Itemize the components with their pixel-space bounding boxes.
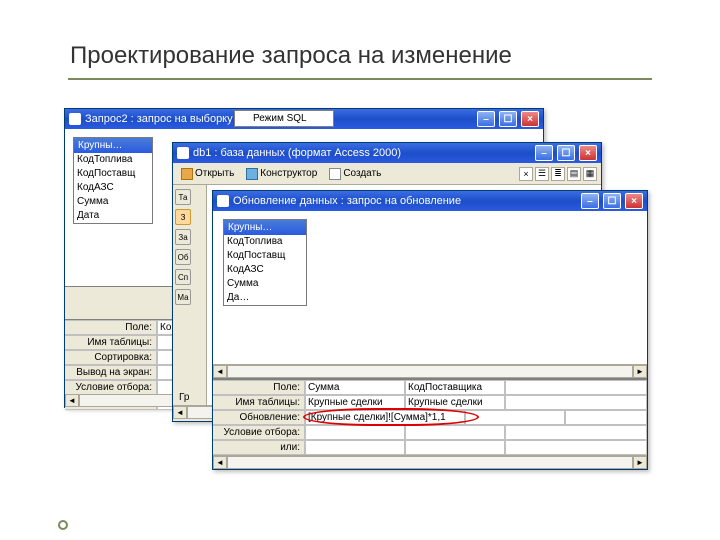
grid-cell[interactable]: Крупные сделки xyxy=(305,395,405,410)
maximize-button[interactable]: ☐ xyxy=(603,193,621,209)
workspace: Запрос2 : запрос на выборку – ☐ × Крупны… xyxy=(64,108,654,508)
grid-cell[interactable]: [Крупные сделки]![Сумма]*1,1 xyxy=(305,410,465,425)
close-button[interactable]: × xyxy=(625,193,643,209)
title-underline xyxy=(68,78,652,80)
grid-label-pole: Поле: xyxy=(65,320,157,335)
grid-label-imya: Имя таблицы: xyxy=(213,395,305,410)
list-icon[interactable]: ▤ xyxy=(567,167,581,181)
menu-snippet: Режим SQL xyxy=(234,110,334,127)
field-item[interactable]: КодАЗС xyxy=(224,263,306,277)
field-item[interactable]: КодТоплива xyxy=(74,153,152,167)
menu-item-sql[interactable]: Режим SQL xyxy=(235,111,333,126)
grid-label-pole: Поле: xyxy=(213,380,305,395)
field-item[interactable]: КодПоставщ xyxy=(224,249,306,263)
minimize-button[interactable]: – xyxy=(581,193,599,209)
title-text: Запрос2 : запрос на выборку xyxy=(85,113,233,125)
grid-cell[interactable]: Крупные сделки xyxy=(405,395,505,410)
design-button[interactable]: Конструктор xyxy=(242,167,321,181)
table-header: Крупны… xyxy=(224,220,306,235)
grid-cell[interactable] xyxy=(465,410,565,425)
list-item-icon[interactable]: За xyxy=(175,229,191,245)
table-header: Крупны… xyxy=(74,138,152,153)
grid-cell[interactable] xyxy=(505,380,647,395)
table-box-win1[interactable]: Крупны… КодТоплива КодПоставщ КодАЗС Сум… xyxy=(73,137,153,224)
grid-cell[interactable] xyxy=(305,425,405,440)
grid-cell[interactable]: Сумма xyxy=(305,380,405,395)
grid-label-sort: Сортировка: xyxy=(65,350,157,365)
field-item[interactable]: Сумма xyxy=(74,195,152,209)
grid-label-imya: Имя таблицы: xyxy=(65,335,157,350)
field-item[interactable]: Дата xyxy=(74,209,152,223)
grid-cell[interactable] xyxy=(305,440,405,455)
field-item[interactable]: КодПоставщ xyxy=(74,167,152,181)
grid-label-vyvod: Вывод на экран: xyxy=(65,365,157,380)
app-icon xyxy=(69,113,81,125)
open-button[interactable]: Открыть xyxy=(177,167,238,181)
app-icon xyxy=(217,195,229,207)
close-button[interactable]: × xyxy=(579,145,597,161)
details-icon[interactable]: ▦ xyxy=(583,167,597,181)
grid-label-obn: Обновление: xyxy=(213,410,305,425)
db-toolbar: Открыть Конструктор Создать × ☰ ≣ ▤ ▦ xyxy=(173,163,601,185)
title-text: Обновление данных : запрос на обновление xyxy=(233,195,461,207)
grid-cell[interactable]: КодПоставщика xyxy=(405,380,505,395)
grid-label-usl: Условие отбора: xyxy=(65,380,157,395)
grid-cell[interactable] xyxy=(505,395,647,410)
field-item[interactable]: Сумма xyxy=(224,277,306,291)
object-bar: Та З За Об Сп Ма xyxy=(173,185,207,405)
list-item-icon[interactable]: Ма xyxy=(175,289,191,305)
delete-icon[interactable]: × xyxy=(519,167,533,181)
list-item-icon[interactable]: Об xyxy=(175,249,191,265)
maximize-button[interactable]: ☐ xyxy=(499,111,517,127)
field-item[interactable]: КодАЗС xyxy=(74,181,152,195)
tables-icon[interactable]: Та xyxy=(175,189,191,205)
create-button[interactable]: Создать xyxy=(325,167,385,181)
grid-cell[interactable] xyxy=(405,440,505,455)
inner-scrollbar[interactable]: ◄► xyxy=(213,364,647,378)
list-item-icon[interactable]: Сп xyxy=(175,269,191,285)
grid-cell[interactable] xyxy=(505,425,647,440)
scrollbar[interactable]: ◄► xyxy=(213,455,647,469)
design-grid-win3[interactable]: Поле: Сумма КодПоставщика Имя таблицы: К… xyxy=(213,379,647,455)
bullet-dot-icon xyxy=(58,520,68,530)
field-item[interactable]: КодТоплива xyxy=(224,235,306,249)
grid-label-gr: Гр xyxy=(173,390,195,405)
grid-cell[interactable] xyxy=(505,440,647,455)
titlebar-win2[interactable]: db1 : база данных (формат Access 2000) –… xyxy=(173,143,601,163)
small-icons-icon[interactable]: ≣ xyxy=(551,167,565,181)
field-item[interactable]: Да… xyxy=(224,291,306,305)
large-icons-icon[interactable]: ☰ xyxy=(535,167,549,181)
window-update-query: Обновление данных : запрос на обновление… xyxy=(212,190,648,470)
grid-cell[interactable] xyxy=(565,410,647,425)
slide-title: Проектирование запроса на изменение xyxy=(70,42,512,70)
grid-label-ili: или: xyxy=(213,440,305,455)
close-button[interactable]: × xyxy=(521,111,539,127)
maximize-button[interactable]: ☐ xyxy=(557,145,575,161)
app-icon xyxy=(177,147,189,159)
minimize-button[interactable]: – xyxy=(477,111,495,127)
titlebar-win3[interactable]: Обновление данных : запрос на обновление… xyxy=(213,191,647,211)
grid-cell[interactable] xyxy=(405,425,505,440)
queries-icon[interactable]: З xyxy=(175,209,191,225)
minimize-button[interactable]: – xyxy=(535,145,553,161)
grid-label-usl: Условие отбора: xyxy=(213,425,305,440)
title-text: db1 : база данных (формат Access 2000) xyxy=(193,147,401,159)
table-box-win3[interactable]: Крупны… КодТоплива КодПоставщ КодАЗС Сум… xyxy=(223,219,307,306)
toolbar-icon-group: × ☰ ≣ ▤ ▦ xyxy=(519,167,597,181)
